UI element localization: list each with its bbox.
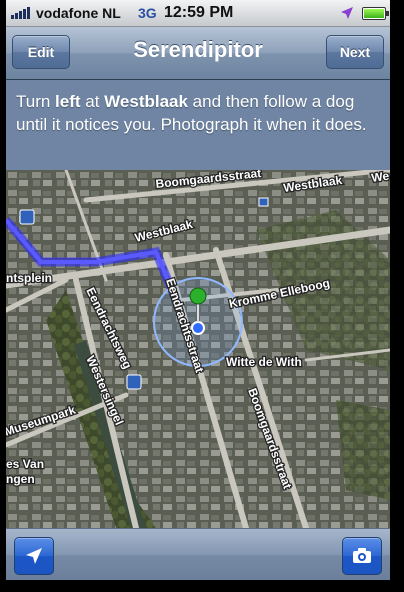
phone-screen: vodafone NL 3G 12:59 PM Edit Serendipito… <box>6 0 390 580</box>
status-time: 12:59 PM <box>164 4 234 21</box>
transit-stop-icon[interactable] <box>19 209 35 225</box>
status-bar: vodafone NL 3G 12:59 PM <box>6 0 390 27</box>
destination-pin-icon[interactable] <box>189 287 207 305</box>
locate-me-button[interactable] <box>14 537 54 575</box>
map-canvas[interactable]: Boomgaardsstraat Westblaak We Westblaak … <box>6 170 390 528</box>
location-services-icon <box>341 7 353 19</box>
satellite-map[interactable]: Boomgaardsstraat Westblaak We Westblaak … <box>6 170 390 528</box>
map-label-tongen: ngen <box>6 472 35 486</box>
map-label-witte-de-with: Witte de With <box>226 355 302 369</box>
battery-icon <box>362 7 389 20</box>
instruction-part2: at <box>80 92 105 111</box>
map-label-westblaak-corner: We <box>370 170 390 185</box>
instruction-text: Turn left at Westblaak and then follow a… <box>6 80 390 170</box>
transit-stop-icon[interactable] <box>258 197 269 207</box>
instruction-part1: Turn <box>16 92 56 111</box>
map-label-van: es Van <box>6 457 44 471</box>
bottom-toolbar <box>6 528 390 580</box>
camera-icon <box>353 548 371 563</box>
transit-stop-icon[interactable] <box>126 374 142 390</box>
network-type: 3G <box>138 5 157 21</box>
instruction-street: Westblaak <box>104 92 188 111</box>
location-arrow-icon <box>26 548 42 564</box>
carrier-name: vodafone NL <box>36 5 121 21</box>
navigation-bar: Edit Serendipitor Next <box>6 27 390 80</box>
next-button[interactable]: Next <box>326 35 384 69</box>
instruction-direction: left <box>55 92 81 111</box>
camera-button[interactable] <box>342 537 382 575</box>
map-label-eendrachtsplein: ntsplein <box>6 271 52 285</box>
